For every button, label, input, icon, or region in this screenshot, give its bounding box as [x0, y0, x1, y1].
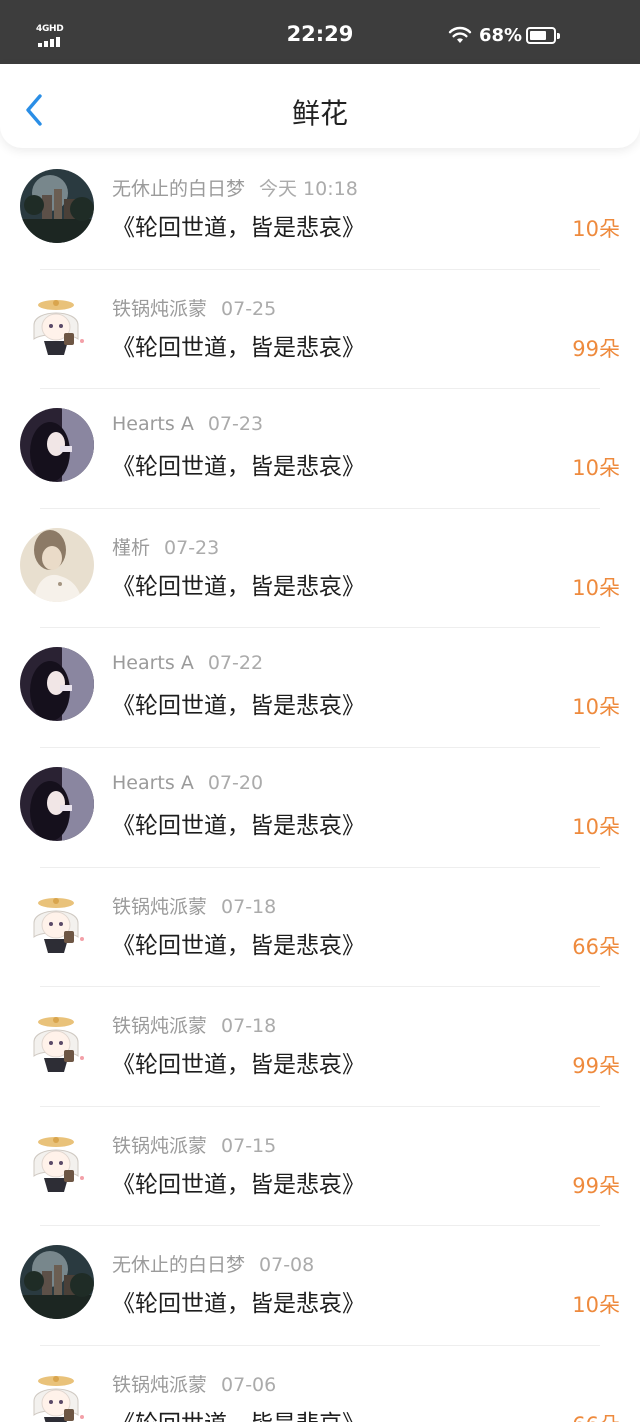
page-title: 鲜花 [291, 97, 348, 130]
list-item[interactable]: 铁锅炖派蒙 07-18 《轮回世道，皆是悲哀》 99朵 [0, 987, 640, 1107]
work-title[interactable]: 《轮回世道，皆是悲哀》 [112, 1165, 365, 1199]
work-title[interactable]: 《轮回世道，皆是悲哀》 [112, 1404, 365, 1422]
send-date: 07-15 [221, 1134, 277, 1157]
flower-count: 99朵 [572, 336, 620, 361]
list-item[interactable]: 无休止的白日梦 07-08 《轮回世道，皆是悲哀》 10朵 [0, 1226, 640, 1346]
work-title[interactable]: 《轮回世道，皆是悲哀》 [112, 447, 365, 481]
battery-percentage: 68% [479, 25, 523, 46]
list-item[interactable]: 铁锅炖派蒙 07-15 《轮回世道，皆是悲哀》 99朵 [0, 1107, 640, 1227]
sender-name[interactable]: Hearts A [112, 652, 194, 674]
sender-meta: 铁锅炖派蒙 07-18 [112, 892, 276, 919]
work-title[interactable]: 《轮回世道，皆是悲哀》 [112, 208, 365, 242]
list-item[interactable]: 铁锅炖派蒙 07-18 《轮回世道，皆是悲哀》 66朵 [0, 868, 640, 988]
sender-name[interactable]: 槿析 [112, 537, 150, 559]
avatar[interactable] [20, 408, 94, 483]
avatar[interactable] [20, 766, 94, 841]
avatar[interactable] [20, 1364, 94, 1422]
sender-name[interactable]: 无休止的白日梦 [112, 1254, 245, 1276]
send-date: 今天 10:18 [259, 178, 358, 200]
send-date: 07-22 [207, 652, 264, 675]
work-title[interactable]: 《轮回世道，皆是悲哀》 [112, 1284, 365, 1318]
avatar[interactable] [20, 288, 94, 363]
sender-name[interactable]: 铁锅炖派蒙 [112, 1135, 207, 1157]
flower-count: 66朵 [572, 934, 620, 959]
avatar[interactable] [20, 169, 94, 243]
work-title[interactable]: 《轮回世道，皆是悲哀》 [112, 328, 365, 362]
battery-icon [526, 27, 560, 44]
sender-name[interactable]: Hearts A [112, 772, 194, 794]
work-title[interactable]: 《轮回世道，皆是悲哀》 [112, 926, 365, 960]
avatar[interactable] [20, 1006, 94, 1081]
flower-count: 10朵 [572, 456, 620, 481]
flower-count: 10朵 [572, 814, 620, 839]
flower-count: 99朵 [572, 1054, 620, 1079]
list-item[interactable]: Hearts A 07-20 《轮回世道，皆是悲哀》 10朵 [0, 748, 640, 868]
send-date: 07-18 [221, 1015, 277, 1038]
sender-meta: 铁锅炖派蒙 07-18 [112, 1011, 276, 1038]
send-date: 07-18 [221, 895, 277, 918]
list-item[interactable]: Hearts A 07-23 《轮回世道，皆是悲哀》 10朵 [0, 389, 640, 509]
list-item[interactable]: 铁锅炖派蒙 07-25 《轮回世道，皆是悲哀》 99朵 [0, 270, 640, 390]
sender-meta: 铁锅炖派蒙 07-06 [112, 1370, 276, 1397]
sender-name[interactable]: 无休止的白日梦 [112, 178, 245, 200]
flower-count: 66朵 [572, 1409, 620, 1422]
sender-meta: Hearts A 07-22 [112, 652, 263, 674]
sender-meta: Hearts A 07-20 [112, 772, 263, 794]
send-date: 07-25 [221, 297, 277, 320]
list-item[interactable]: Hearts A 07-22 《轮回世道，皆是悲哀》 10朵 [0, 628, 640, 748]
list-item[interactable]: 槿析 07-23 《轮回世道，皆是悲哀》 10朵 [0, 509, 640, 629]
avatar[interactable] [20, 1245, 94, 1320]
avatar[interactable] [20, 886, 94, 961]
send-date: 07-23 [164, 536, 220, 559]
flower-count: 10朵 [572, 575, 620, 600]
sender-name[interactable]: 铁锅炖派蒙 [112, 298, 207, 320]
status-bar: 4GHD 22:29 68% [0, 0, 640, 64]
avatar[interactable] [20, 527, 94, 602]
send-date: 07-08 [259, 1254, 315, 1277]
list-item[interactable]: 铁锅炖派蒙 07-06 《轮回世道，皆是悲哀》 66朵 [0, 1346, 640, 1422]
flower-count: 10朵 [572, 1293, 620, 1318]
work-title[interactable]: 《轮回世道，皆是悲哀》 [112, 806, 365, 840]
sender-meta: 铁锅炖派蒙 07-25 [112, 294, 276, 321]
send-date: 07-23 [207, 413, 264, 436]
work-title[interactable]: 《轮回世道，皆是悲哀》 [112, 686, 365, 720]
sender-meta: 无休止的白日梦 07-08 [112, 1250, 314, 1277]
work-title[interactable]: 《轮回世道，皆是悲哀》 [112, 1045, 365, 1079]
send-date: 07-06 [221, 1373, 277, 1396]
wifi-icon [448, 26, 472, 43]
flower-count: 99朵 [572, 1173, 620, 1198]
sender-meta: 铁锅炖派蒙 07-15 [112, 1131, 276, 1158]
flower-count: 10朵 [572, 695, 620, 720]
sender-meta: 槿析 07-23 [112, 533, 219, 560]
avatar[interactable] [20, 1125, 94, 1200]
nav-bar: 鲜花 [0, 64, 640, 148]
list-item[interactable]: 无休止的白日梦 今天 10:18 《轮回世道，皆是悲哀》 10朵 [0, 150, 640, 270]
avatar[interactable] [20, 647, 94, 722]
work-title[interactable]: 《轮回世道，皆是悲哀》 [112, 567, 365, 601]
sender-name[interactable]: Hearts A [112, 413, 194, 435]
sender-name[interactable]: 铁锅炖派蒙 [112, 1015, 207, 1037]
sender-meta: Hearts A 07-23 [112, 413, 263, 435]
sender-name[interactable]: 铁锅炖派蒙 [112, 1374, 207, 1396]
sender-meta: 无休止的白日梦 今天 10:18 [112, 174, 358, 201]
flower-count: 10朵 [572, 217, 620, 241]
send-date: 07-20 [207, 771, 264, 794]
flower-record-list: 无休止的白日梦 今天 10:18 《轮回世道，皆是悲哀》 10朵 铁锅炖派蒙 07-25 《… [0, 150, 640, 1422]
sender-name[interactable]: 铁锅炖派蒙 [112, 896, 207, 918]
